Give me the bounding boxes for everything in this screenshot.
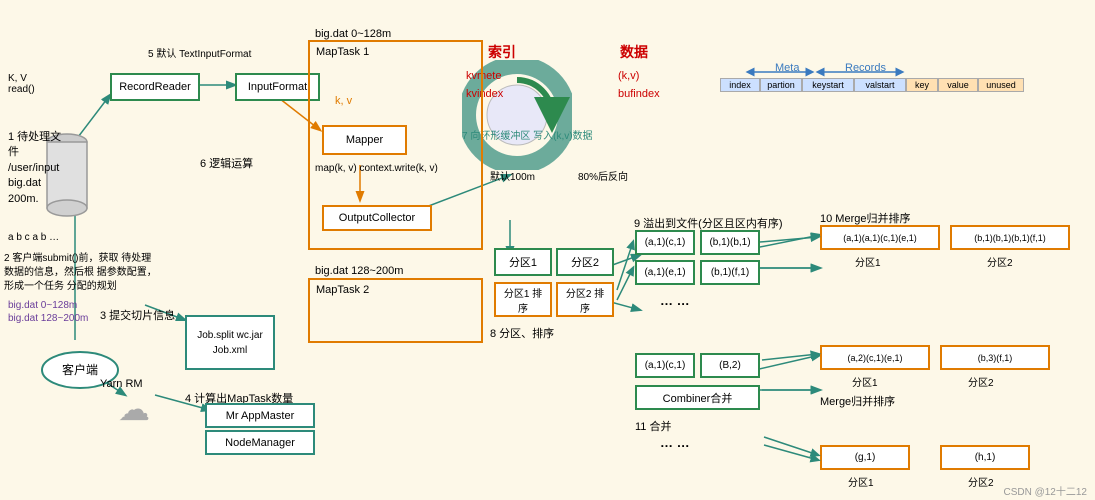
combine1-box: (a,1)(c,1) — [635, 353, 695, 378]
maptask2-box: MapTask 2 — [308, 278, 483, 343]
area4-label: 分区2 — [968, 374, 994, 389]
area2-label: 分区2 — [987, 254, 1013, 269]
partition1-sort-box: 分区1 排序 — [494, 282, 552, 317]
index-col: index — [720, 78, 760, 92]
meta-label: Meta — [775, 62, 799, 74]
bigdat-header2-label: big.dat 128~200m — [315, 265, 403, 277]
value-col: value — [938, 78, 978, 92]
combiner-merge-box: Combiner合并 — [635, 385, 760, 410]
kv-data-label: (k,v) — [618, 70, 639, 82]
kv-read-label: K, Vread() — [8, 73, 35, 95]
spill1b-box: (b,1)(b,1) — [700, 230, 760, 255]
maptask1-label: MapTask 1 — [316, 46, 369, 58]
outputcollector-box: OutputCollector — [322, 205, 432, 231]
merge-label: 10 Merge归并排序 — [820, 210, 910, 226]
final-area2-label: 分区2 — [968, 474, 994, 489]
mr-appmaster-box: Mr AppMaster — [205, 403, 315, 428]
nodemanager-box: NodeManager — [205, 430, 315, 455]
spill-label: 9 溢出到文件(分区且区内有序) — [634, 215, 783, 231]
merge-result1-box: (a,1)(a,1)(c,1)(e,1) — [820, 225, 940, 250]
diagram: 1 待处理文件 /user/input big.dat 200m. a b c … — [0, 0, 1095, 500]
final-area1-label: 分区1 — [848, 474, 874, 489]
keystart-col: keystart — [802, 78, 854, 92]
index-table: index partion keystart valstart key valu… — [720, 78, 1024, 92]
key-col: key — [906, 78, 938, 92]
valstart-col: valstart — [854, 78, 906, 92]
dots1-label: … … — [660, 293, 690, 308]
svg-text:客户端: 客户端 — [62, 362, 98, 377]
maptask2-label: MapTask 2 — [316, 284, 369, 296]
map-write-label: map(k, v) context.write(k, v) — [315, 162, 438, 176]
merge-result2-box: (b,1)(b,1)(b,1)(f,1) — [950, 225, 1070, 250]
data-title: 数据 — [620, 42, 648, 62]
file-info-label: 1 待处理文件 /user/input big.dat 200m. — [8, 130, 68, 207]
bufindex-label: bufindex — [618, 88, 660, 100]
submit-info-label: 2 客户端submit()前，获取 待处理数据的信息，然后根 据参数配置，形成一… — [4, 252, 159, 294]
partition1-box: 分区1 — [494, 248, 552, 276]
final-merge1-box: (g,1) — [820, 445, 910, 470]
logic-op-label: 6 逻辑运算 — [200, 155, 253, 171]
spill2b-box: (b,1)(f,1) — [700, 260, 760, 285]
default-textinput-label: 5 默认 TextInputFormat — [148, 45, 251, 60]
spill1a-box: (a,1)(c,1) — [635, 230, 695, 255]
combine2-box: (B,2) — [700, 353, 760, 378]
records-label: Records — [845, 62, 886, 74]
partition2-sort-box: 分区2 排序 — [556, 282, 614, 317]
partion-col: partion — [760, 78, 802, 92]
footer: CSDN @12十二12 — [1003, 483, 1087, 498]
bigdat-header-label: big.dat 0~128m — [315, 28, 391, 40]
big1-label: big.dat 0~128m — [8, 300, 77, 311]
merge2-label: Merge归并排序 — [820, 393, 895, 409]
pct80-reverse-label: 80%后反向 — [578, 168, 628, 183]
index-title: 索引 — [488, 42, 516, 62]
partition2-box: 分区2 — [556, 248, 614, 276]
unused-col: unused — [978, 78, 1024, 92]
big2-label: big.dat 128~200m — [8, 313, 88, 324]
sort-label: 8 分区、排序 — [490, 325, 554, 341]
area3-label: 分区1 — [852, 374, 878, 389]
yarn-rm-label: Yarn RM — [100, 378, 143, 390]
slice-info-label: 3 提交切片信息 — [100, 307, 175, 323]
file-data-label: a b c a b … — [8, 230, 59, 245]
area1-label: 分区1 — [855, 254, 881, 269]
spill2a-box: (a,1)(e,1) — [635, 260, 695, 285]
merge11-label: 11 合并 — [635, 418, 671, 434]
recordreader-box: RecordReader — [110, 73, 200, 101]
cloud-icon: ☁ — [118, 390, 150, 428]
job-split-box: Job.split wc.jar Job.xml — [185, 315, 275, 370]
dots2-label: … … — [660, 435, 690, 450]
combine-result1-box: (a,2)(c,1)(e,1) — [820, 345, 930, 370]
combine-result2-box: (b,3)(f,1) — [940, 345, 1050, 370]
final-merge2-box: (h,1) — [940, 445, 1030, 470]
mapper-box: Mapper — [322, 125, 407, 155]
default-100m-label: 默认100m — [490, 168, 535, 183]
